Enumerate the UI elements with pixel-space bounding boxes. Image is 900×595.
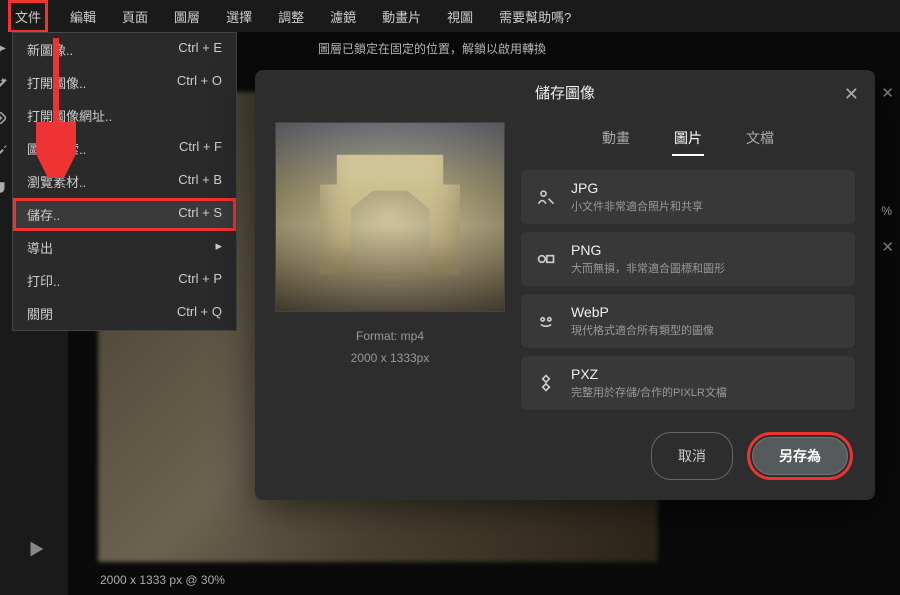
menu-save[interactable]: 儲存..Ctrl + S [13,198,236,231]
tab-image[interactable]: 圖片 [672,122,704,156]
menu-browse-stock[interactable]: 瀏覽素材..Ctrl + B [13,165,236,198]
dimensions-line: 2000 x 1333px [275,348,505,370]
menu-view[interactable]: 視圖 [443,3,477,30]
menu-select[interactable]: 選擇 [222,3,256,30]
tab-document[interactable]: 文檔 [744,122,776,156]
menu-open-url[interactable]: 打開圖像網址.. [13,99,236,132]
format-webp[interactable]: WebP現代格式適合所有類型的圖像 [521,294,855,348]
menu-close[interactable]: 關閉Ctrl + Q [13,297,236,330]
menu-layer[interactable]: 圖層 [170,3,204,30]
lock-message: 圖層已鎖定在固定的位置，解鎖以啟用轉換 [318,40,546,57]
percent-label: % [881,204,892,218]
close-icon[interactable]: ✕ [881,238,894,256]
menu-help[interactable]: 需要幫助嗎? [495,3,575,30]
png-icon [535,249,557,269]
webp-icon [535,311,557,331]
menu-animation[interactable]: 動畫片 [378,3,425,30]
pxz-icon [535,373,557,393]
menu-filter[interactable]: 濾鏡 [326,3,360,30]
format-tabs: 動畫 圖片 文檔 [521,122,855,156]
menu-print[interactable]: 打印..Ctrl + P [13,264,236,297]
heal-tool[interactable] [0,108,10,128]
preview-thumbnail [275,122,505,312]
tab-animation[interactable]: 動畫 [600,122,632,156]
format-jpg[interactable]: JPG小文件非常適合照片和共享 [521,170,855,224]
play-icon[interactable] [25,538,47,565]
menu-export[interactable]: 導出▸ [13,231,236,264]
close-icon[interactable]: ✕ [844,84,859,105]
format-line: Format: mp4 [275,326,505,348]
menubar: 文件 編輯 頁面 圖層 選擇 調整 濾鏡 動畫片 視圖 需要幫助嗎? [0,0,900,32]
save-as-button[interactable]: 另存為 [752,437,848,475]
dialog-title: 儲存圖像 ✕ [255,70,875,114]
menu-new-image[interactable]: 新圖像..Ctrl + E [13,33,236,66]
jpg-icon [535,187,557,207]
close-icon[interactable]: ✕ [881,84,894,102]
pointer-tool[interactable] [0,40,10,60]
menu-file[interactable]: 文件 [8,0,48,33]
menu-open-image[interactable]: 打開圖像..Ctrl + O [13,66,236,99]
format-pxz[interactable]: PXZ完整用於存儲/合作的PIXLR文檔 [521,356,855,410]
hand-tool[interactable] [0,176,10,196]
wand-tool[interactable] [0,74,10,94]
menu-adjust[interactable]: 調整 [274,3,308,30]
status-bar: 2000 x 1333 px @ 30% [100,573,225,587]
brush-tool[interactable] [0,142,10,162]
menu-edit[interactable]: 編輯 [66,3,100,30]
format-png[interactable]: PNG大而無損，非常適合圖標和圖形 [521,232,855,286]
menu-image-search[interactable]: 圖片搜索..Ctrl + F [13,132,236,165]
file-dropdown: 新圖像..Ctrl + E 打開圖像..Ctrl + O 打開圖像網址.. 圖片… [12,32,237,331]
menu-page[interactable]: 頁面 [118,3,152,30]
preview-pane: Format: mp4 2000 x 1333px [275,122,505,418]
save-image-dialog: 儲存圖像 ✕ Format: mp4 2000 x 1333px 動畫 圖片 文… [255,70,875,500]
cancel-button[interactable]: 取消 [651,432,733,480]
